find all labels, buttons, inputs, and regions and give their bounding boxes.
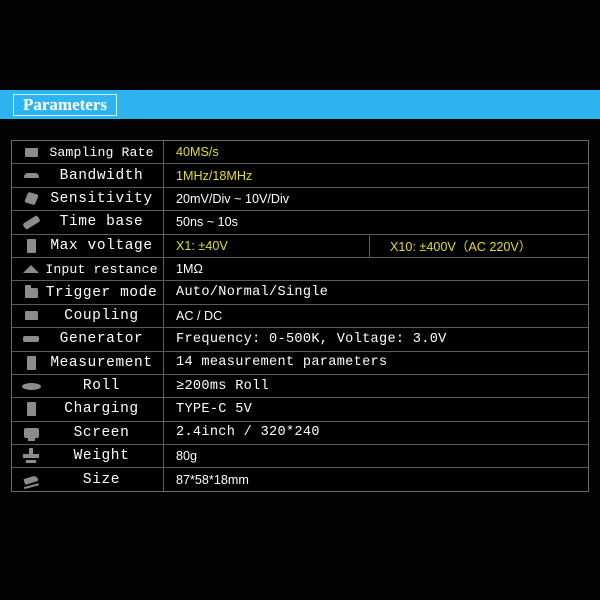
- table-row: Time base 50ns ~ 10s: [12, 211, 588, 235]
- spec-label: Trigger mode: [45, 284, 158, 301]
- dash-icon: [23, 336, 39, 343]
- spec-value: AC / DC: [176, 308, 223, 323]
- spec-value: 2.4inch / 320*240: [176, 425, 320, 441]
- slash-icon: [21, 214, 41, 230]
- spec-label-cell: Time base: [12, 211, 164, 234]
- spec-label-cell: Charging: [12, 398, 164, 421]
- spec-value: Frequency: 0-500K, Voltage: 3.0V: [176, 331, 447, 347]
- folder-icon: [24, 284, 38, 298]
- wave-icon: [23, 173, 39, 179]
- table-row: Input restance 1MΩ: [12, 257, 588, 282]
- icon-container: [18, 474, 44, 485]
- icon-container: [18, 173, 44, 179]
- spec-value: 1MΩ: [176, 262, 203, 277]
- poly-icon: [23, 192, 39, 206]
- ellipse-icon: [21, 382, 41, 390]
- table-row: Trigger mode Auto/Normal/Single: [12, 281, 588, 305]
- spec-value: 80g: [176, 449, 198, 464]
- table-row: Sampling Rate 40MS/s: [12, 141, 588, 165]
- spec-label: Roll: [82, 378, 121, 395]
- spec-label-cell: Weight: [12, 445, 164, 468]
- icon-container: [18, 448, 44, 464]
- table-row: Size 87*58*18mm: [12, 468, 588, 492]
- icon-container: [18, 265, 44, 274]
- table-row: Max voltage X1: ±40V X10: ±400V（AC 220V）: [12, 234, 588, 258]
- icon-container: [18, 214, 44, 230]
- specifications-table: Sampling Rate 40MS/s Bandwidth 1MHz/18MHz Se…: [11, 140, 589, 492]
- icon-container: [18, 336, 44, 343]
- icon-container: [18, 402, 44, 417]
- page-title: Parameters: [23, 94, 108, 114]
- monitor-icon: [23, 427, 39, 441]
- table-row: Measurement 14 measurement parameters: [12, 351, 588, 375]
- spec-label-cell: Input restance: [12, 257, 164, 281]
- spec-label-cell: Max voltage: [12, 234, 164, 257]
- table-row: Roll ≥200ms Roll: [12, 374, 588, 399]
- spec-value: 20mV/Div ~ 10V/Div: [176, 191, 290, 206]
- spec-value-secondary: X10: ±400V（AC 220V）: [390, 240, 532, 255]
- spec-label: Measurement: [50, 354, 153, 371]
- spec-value: 87*58*18mm: [176, 472, 249, 487]
- spec-label: Sampling Rate: [49, 144, 154, 160]
- spec-label-cell: Trigger mode: [12, 281, 164, 304]
- icon-container: [18, 427, 44, 441]
- spec-label: Charging: [64, 401, 139, 418]
- hill-icon: [23, 265, 39, 274]
- table-row: Sensitivity 20mV/Div ~ 10V/Div: [12, 187, 588, 212]
- spec-value: 14 measurement parameters: [176, 355, 388, 371]
- spec-value: 1MHz/18MHz: [176, 168, 253, 183]
- spec-value: Auto/Normal/Single: [176, 285, 329, 301]
- spec-value: TYPE-C 5V: [176, 401, 253, 417]
- parameters-spec-page: Parameters Sampling Rate 40MS/s Bandwidth 1…: [0, 0, 600, 600]
- spec-label: Input restance: [45, 261, 158, 277]
- spec-label-cell: Roll: [12, 374, 164, 398]
- spec-label-cell: Sensitivity: [12, 187, 164, 211]
- spec-label-cell: Bandwidth: [12, 164, 164, 187]
- spec-label: Sensitivity: [50, 190, 153, 207]
- spec-label: Generator: [59, 331, 144, 348]
- banner-title-box: Parameters: [13, 93, 118, 116]
- weight-icon: [23, 448, 39, 464]
- icon-container: [18, 238, 44, 253]
- bar-icon: [26, 355, 36, 370]
- spec-value: ≥200ms Roll: [176, 378, 270, 394]
- spec-value: 40MS/s: [176, 145, 219, 160]
- table-row: Bandwidth 1MHz/18MHz: [12, 164, 588, 188]
- bar-icon: [26, 238, 36, 253]
- icon-container: [18, 382, 44, 390]
- spec-label: Screen: [73, 424, 130, 441]
- spec-label-cell: Screen: [12, 421, 164, 445]
- bar-icon: [26, 402, 36, 417]
- spec-label: Coupling: [64, 307, 139, 324]
- table-row: Screen 2.4inch / 320*240: [12, 421, 588, 446]
- spec-label-cell: Generator: [12, 328, 164, 351]
- spec-value: 50ns ~ 10s: [176, 215, 238, 230]
- table-row: Generator Frequency: 0-500K, Voltage: 3.0…: [12, 328, 588, 352]
- spec-label: Bandwidth: [59, 167, 144, 184]
- parameters-banner: Parameters: [0, 90, 600, 119]
- spec-label: Time base: [59, 214, 144, 231]
- ruler-icon: [23, 474, 39, 485]
- icon-container: [18, 284, 44, 298]
- spec-value-primary: X1: ±40V: [164, 234, 370, 257]
- spec-label: Max voltage: [50, 237, 153, 254]
- table-row: Weight 80g: [12, 445, 588, 469]
- icon-container: [18, 192, 44, 206]
- table-row: Charging TYPE-C 5V: [12, 398, 588, 422]
- spec-label-cell: Coupling: [12, 304, 164, 328]
- spec-label-cell: Measurement: [12, 351, 164, 374]
- chip-icon: [24, 147, 38, 157]
- chip-icon: [24, 311, 38, 321]
- table-row: Coupling AC / DC: [12, 304, 588, 329]
- icon-container: [18, 147, 44, 157]
- spec-label: Size: [82, 471, 121, 488]
- spec-label: Weight: [73, 448, 130, 465]
- spec-label-cell: Size: [12, 468, 164, 491]
- icon-container: [18, 311, 44, 321]
- icon-container: [18, 355, 44, 370]
- spec-label-cell: Sampling Rate: [12, 141, 164, 164]
